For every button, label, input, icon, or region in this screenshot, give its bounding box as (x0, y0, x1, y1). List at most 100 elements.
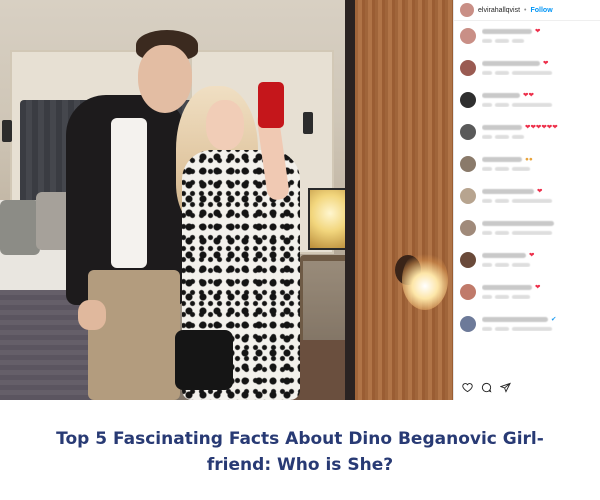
comment-meta (482, 103, 594, 107)
blurred-meta[interactable] (495, 263, 509, 267)
blurred-meta[interactable] (495, 231, 509, 235)
blurred-comment-text[interactable] (482, 189, 534, 194)
blurred-meta[interactable] (482, 71, 492, 75)
blurred-meta[interactable] (482, 263, 492, 267)
blurred-meta[interactable] (512, 263, 530, 267)
man-hand (78, 300, 106, 330)
comment-list: ❤ ❤ ❤❤ ❤❤❤❤❤❤ ●● ❤ ❤ ❤ ✔ (454, 21, 600, 347)
commenter-avatar[interactable] (460, 284, 476, 300)
separator-dot: • (524, 6, 527, 14)
blurred-meta[interactable] (482, 231, 492, 235)
share-icon[interactable] (500, 382, 511, 393)
comment-body: ❤ (482, 187, 594, 203)
comment-text: ❤ (482, 251, 594, 260)
comment-text: ❤ (482, 283, 594, 292)
phone (258, 82, 284, 128)
commenter-avatar[interactable] (460, 316, 476, 332)
handbag (175, 330, 233, 390)
blurred-meta[interactable] (495, 71, 509, 75)
blurred-meta[interactable] (512, 199, 552, 203)
comment-meta (482, 39, 594, 43)
blurred-comment-text[interactable] (482, 317, 548, 322)
heart-emoji-icon: ❤ (543, 60, 549, 67)
comment-body: ❤ (482, 283, 594, 299)
blurred-comment-text[interactable] (482, 125, 522, 130)
action-bar (462, 382, 511, 393)
commenter-avatar[interactable] (460, 124, 476, 140)
comment-text: ❤❤ (482, 91, 594, 100)
pillow (0, 200, 40, 255)
comment-icon[interactable] (481, 382, 492, 393)
blurred-meta[interactable] (512, 167, 530, 171)
wall-lamp (2, 120, 12, 142)
commenter-avatar[interactable] (460, 252, 476, 268)
blurred-comment-text[interactable] (482, 157, 522, 162)
man-head (138, 45, 192, 113)
blurred-meta[interactable] (482, 167, 492, 171)
commenter-avatar[interactable] (460, 28, 476, 44)
post-photo[interactable] (0, 0, 453, 400)
comment-meta (482, 295, 594, 299)
commenter-avatar[interactable] (460, 220, 476, 236)
comment-item: ●● (460, 155, 594, 187)
blurred-meta[interactable] (495, 135, 509, 139)
commenter-avatar[interactable] (460, 92, 476, 108)
author-username[interactable]: elvirahallqvist (478, 7, 520, 14)
emoji-icon: ●● (525, 156, 533, 163)
blurred-comment-text[interactable] (482, 61, 540, 66)
comment-item: ❤❤❤❤❤❤ (460, 123, 594, 155)
man-trousers (88, 270, 180, 400)
blurred-meta[interactable] (495, 327, 509, 331)
blurred-meta[interactable] (512, 135, 524, 139)
blurred-meta[interactable] (482, 295, 492, 299)
blurred-meta[interactable] (512, 327, 552, 331)
blurred-comment-text[interactable] (482, 221, 554, 226)
man-shirt (111, 118, 147, 268)
comment-text: ✔ (482, 315, 594, 324)
heart-emoji-icon: ❤ (537, 188, 543, 195)
commenter-avatar[interactable] (460, 156, 476, 172)
blurred-comment-text[interactable] (482, 93, 520, 98)
comment-body: ❤ (482, 59, 594, 75)
blurred-meta[interactable] (495, 295, 509, 299)
comment-item: ✔ (460, 315, 594, 347)
blurred-meta[interactable] (495, 39, 509, 43)
blurred-meta[interactable] (495, 199, 509, 203)
blurred-meta[interactable] (482, 39, 492, 43)
blurred-meta[interactable] (512, 39, 524, 43)
commenter-avatar[interactable] (460, 188, 476, 204)
comment-body: ❤ (482, 27, 594, 43)
light-bulb (402, 250, 448, 310)
article-title: Top 5 Fascinating Facts About Dino Began… (56, 429, 544, 475)
follow-button[interactable]: Follow (530, 7, 552, 14)
comment-item: ❤❤ (460, 91, 594, 123)
blurred-comment-text[interactable] (482, 29, 532, 34)
blurred-meta[interactable] (512, 295, 530, 299)
blurred-meta[interactable] (482, 199, 492, 203)
blurred-meta[interactable] (482, 103, 492, 107)
heart-icon[interactable] (462, 382, 473, 393)
comment-body: ●● (482, 155, 594, 171)
blurred-meta[interactable] (512, 103, 552, 107)
comment-body: ❤❤❤❤❤❤ (482, 123, 594, 139)
comment-meta (482, 199, 594, 203)
blurred-comment-text[interactable] (482, 253, 526, 258)
blurred-comment-text[interactable] (482, 285, 532, 290)
comment-item: ❤ (460, 27, 594, 59)
comment-meta (482, 263, 594, 267)
commenter-avatar[interactable] (460, 60, 476, 76)
blurred-meta[interactable] (512, 231, 552, 235)
blurred-meta[interactable] (482, 135, 492, 139)
wooden-door (355, 0, 453, 400)
blurred-meta[interactable] (495, 167, 509, 171)
blurred-meta[interactable] (482, 327, 492, 331)
author-avatar[interactable] (460, 3, 474, 17)
blurred-meta[interactable] (495, 103, 509, 107)
verified-badge-icon: ✔ (551, 316, 557, 323)
heart-emoji-icon: ❤ (529, 252, 535, 259)
comment-text (482, 219, 594, 228)
comment-text: ●● (482, 155, 594, 164)
heart-emoji-icon: ❤❤❤❤❤❤ (525, 124, 558, 131)
post-header: elvirahallqvist • Follow (454, 0, 600, 21)
blurred-meta[interactable] (512, 71, 552, 75)
